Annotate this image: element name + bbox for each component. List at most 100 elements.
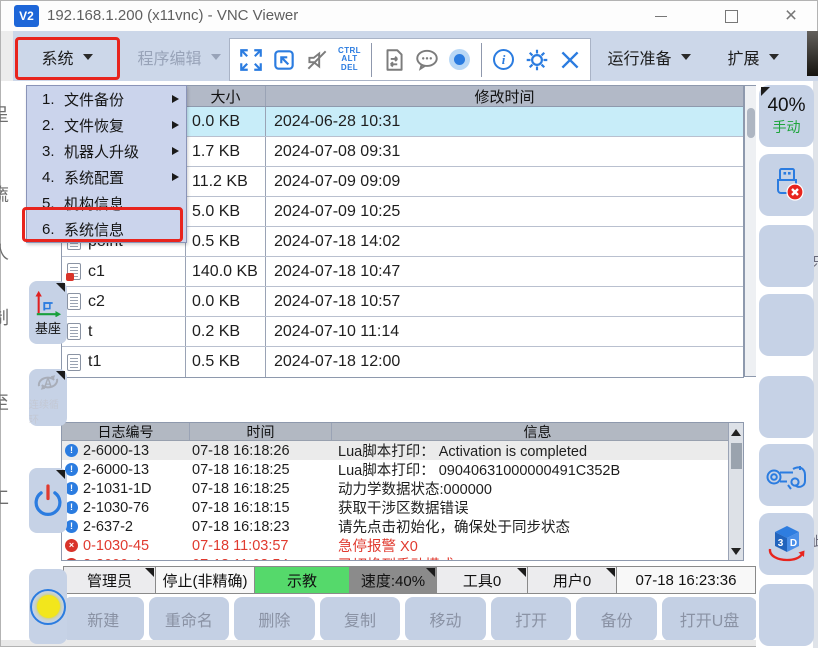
- sidebar-button-empty-2[interactable]: [759, 294, 814, 356]
- file-transfer-icon[interactable]: [377, 42, 410, 78]
- chevron-down-icon: [211, 54, 221, 60]
- action-button[interactable]: 新建: [63, 597, 144, 641]
- log-row[interactable]: 2-6000-13 07-18 16:18:26 Lua脚本打印： Activa…: [62, 441, 743, 460]
- close-connection-icon[interactable]: [553, 42, 586, 78]
- status-label: 07-18 16:23:36: [636, 572, 737, 589]
- teach-pendant-button[interactable]: [759, 444, 814, 506]
- file-size: 1.7 KB: [186, 137, 266, 166]
- continuous-loop-button[interactable]: A 连续循环: [29, 369, 67, 426]
- status-badge[interactable]: 速度:40%: [349, 566, 437, 594]
- scrollbar-thumb[interactable]: [747, 108, 755, 138]
- table-row[interactable]: c1 140.0 KB 2024-07-18 10:47: [62, 257, 743, 287]
- log-message: 获取干涉区数据错误: [332, 497, 727, 518]
- scroll-down-icon[interactable]: [729, 544, 743, 558]
- scrollbar-thumb[interactable]: [731, 443, 742, 469]
- extend-button[interactable]: 扩展: [705, 39, 801, 75]
- status-badge[interactable]: 管理员: [63, 566, 156, 594]
- close-button[interactable]: [768, 1, 814, 31]
- menu-item-number: 6.: [42, 221, 64, 238]
- file-size: 5.0 KB: [186, 197, 266, 226]
- log-row[interactable]: 2-2000-4 07-18 11:03:54 已切换到手动模式: [62, 555, 743, 561]
- extend-label: 扩展: [727, 45, 759, 69]
- sidebar-button-empty-1[interactable]: [759, 225, 814, 287]
- table-row[interactable]: t 0.2 KB 2024-07-10 11:14: [62, 317, 743, 347]
- program-edit-button[interactable]: 程序编辑: [127, 39, 231, 75]
- menu-item[interactable]: 5. 机构信息: [27, 190, 186, 216]
- mute-icon[interactable]: [300, 42, 333, 78]
- menu-item[interactable]: 1. 文件备份: [27, 86, 186, 112]
- sidebar-button-empty-4[interactable]: [759, 584, 814, 646]
- status-bar: 管理员 停止(非精确)示教速度:40% 工具0 用户0 07-18 16:23:36: [63, 566, 756, 594]
- system-menu-label: 系统: [41, 45, 73, 69]
- status-label: 管理员: [87, 570, 132, 591]
- power-button[interactable]: [29, 468, 67, 533]
- menu-item-label: 系统信息: [64, 219, 124, 240]
- log-row[interactable]: 2-6000-13 07-18 16:18:25 Lua脚本打印： 090406…: [62, 460, 743, 479]
- action-button[interactable]: 删除: [234, 597, 315, 641]
- info-icon[interactable]: [487, 42, 520, 78]
- table-row[interactable]: t1 0.5 KB 2024-07-18 12:00: [62, 347, 743, 377]
- log-level-icon: [65, 558, 78, 561]
- window-bottom-edge: [1, 640, 817, 646]
- log-time: 07-18 16:18:15: [190, 500, 332, 516]
- log-time: 07-18 16:18:25: [190, 462, 332, 478]
- chevron-down-icon: [769, 54, 779, 60]
- action-button[interactable]: 打开U盘: [662, 597, 757, 641]
- ctrl-alt-del-icon[interactable]: CTRLALTDEL: [333, 42, 366, 78]
- file-name: c2: [88, 293, 105, 311]
- program-edit-label: 程序编辑: [137, 45, 201, 69]
- menu-item[interactable]: 4. 系统配置: [27, 164, 186, 190]
- menu-item[interactable]: 3. 机器人升级: [27, 138, 186, 164]
- log-row[interactable]: 2-637-2 07-18 16:18:23 请先点击初始化，确保处于同步状态: [62, 517, 743, 536]
- speed-value: 40%: [767, 95, 805, 117]
- status-badge[interactable]: 工具0: [436, 566, 528, 594]
- log-row[interactable]: 0-1030-45 07-18 11:03:57 急停报警 X0: [62, 536, 743, 555]
- action-button[interactable]: 重命名: [149, 597, 230, 641]
- speed-mode-button[interactable]: 40% 手动: [759, 85, 814, 147]
- status-label: 工具0: [463, 570, 501, 591]
- chat-icon[interactable]: [410, 42, 443, 78]
- action-button[interactable]: 移动: [405, 597, 486, 641]
- maximize-button[interactable]: [708, 1, 754, 31]
- document-icon: [67, 323, 81, 340]
- log-row[interactable]: 2-1031-1D 07-18 16:18:25 动力学数据状态:000000: [62, 479, 743, 498]
- table-row[interactable]: c2 0.0 KB 2024-07-18 10:57: [62, 287, 743, 317]
- usb-error-icon: [767, 165, 807, 205]
- action-button-label: 复制: [344, 607, 376, 631]
- status-badge[interactable]: 示教: [254, 566, 350, 594]
- power-icon: [28, 481, 68, 521]
- log-id: 2-1030-76: [83, 500, 149, 516]
- submenu-arrow-icon: [172, 121, 179, 129]
- shrink-window-icon[interactable]: [267, 42, 300, 78]
- base-frame-button[interactable]: 基座: [29, 281, 67, 344]
- log-scrollbar[interactable]: [728, 423, 743, 560]
- log-row[interactable]: 2-1030-76 07-18 16:18:15 获取干涉区数据错误: [62, 498, 743, 517]
- action-button[interactable]: 备份: [576, 597, 657, 641]
- menu-item[interactable]: 2. 文件恢复: [27, 112, 186, 138]
- status-badge[interactable]: 停止(非精确): [155, 566, 255, 594]
- menu-item[interactable]: 6. 系统信息: [27, 216, 186, 242]
- file-mtime: 2024-07-08 09:31: [266, 137, 743, 166]
- run-prepare-button[interactable]: 运行准备: [599, 39, 699, 75]
- system-menu-button[interactable]: 系统: [23, 39, 111, 75]
- usb-disconnected-button[interactable]: [759, 154, 814, 216]
- document-icon: [67, 354, 81, 371]
- gear-icon[interactable]: [520, 42, 553, 78]
- status-badge[interactable]: 用户0: [527, 566, 617, 594]
- base-frame-label: 基座: [35, 318, 61, 337]
- clipped-glyph: 呈: [0, 101, 10, 127]
- action-button-label: 新建: [87, 607, 119, 631]
- action-button[interactable]: 复制: [320, 597, 401, 641]
- menu-item-number: 1.: [42, 91, 64, 108]
- sidebar-button-empty-3[interactable]: [759, 376, 814, 438]
- submenu-arrow-icon: [172, 95, 179, 103]
- status-badge[interactable]: 07-18 16:23:36: [616, 566, 756, 594]
- action-button-label: 删除: [258, 607, 290, 631]
- action-button[interactable]: 打开: [491, 597, 572, 641]
- status-indicator-light[interactable]: [29, 569, 67, 644]
- 3d-view-button[interactable]: 3 D: [759, 513, 814, 575]
- scroll-up-icon[interactable]: [729, 425, 743, 439]
- minimize-button[interactable]: [638, 1, 684, 31]
- fullscreen-icon[interactable]: [234, 42, 267, 78]
- record-icon[interactable]: [443, 42, 476, 78]
